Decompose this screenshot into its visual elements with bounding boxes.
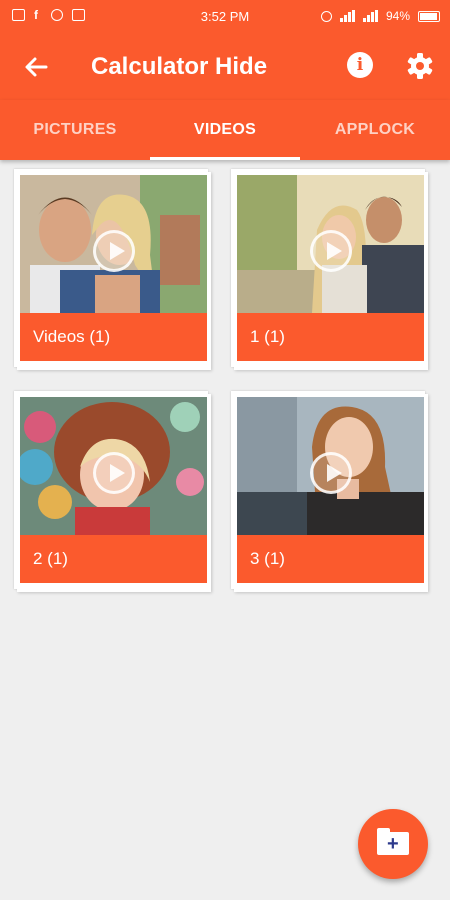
folder-label: 2 (1) bbox=[20, 535, 207, 583]
data-saver-icon bbox=[320, 10, 332, 22]
play-icon bbox=[309, 230, 352, 272]
page-title: Calculator Hide bbox=[91, 53, 268, 80]
add-folder-button[interactable]: + bbox=[358, 809, 428, 879]
gear-icon bbox=[407, 53, 433, 79]
signal-icon bbox=[339, 10, 355, 22]
battery-icon bbox=[418, 10, 440, 22]
video-thumbnail bbox=[20, 397, 207, 535]
back-button[interactable] bbox=[20, 51, 52, 83]
tab-bar: PICTURES VIDEOS APPLOCK bbox=[0, 100, 450, 160]
app-bar: Calculator Hide i bbox=[0, 34, 450, 100]
folder-plus-icon: + bbox=[377, 828, 409, 855]
tab-pictures[interactable]: PICTURES bbox=[0, 100, 150, 160]
folder-card[interactable]: 2 (1) bbox=[14, 391, 208, 589]
settings-button[interactable] bbox=[405, 51, 435, 81]
folder-card[interactable]: 1 (1) bbox=[231, 169, 425, 367]
folder-label: 3 (1) bbox=[237, 535, 424, 583]
system-icons: 94% bbox=[320, 9, 440, 23]
video-thumbnail bbox=[20, 175, 207, 313]
play-icon bbox=[309, 452, 352, 494]
play-icon bbox=[92, 230, 135, 272]
info-icon[interactable]: i bbox=[347, 52, 373, 78]
video-thumbnail bbox=[237, 175, 424, 313]
arrow-left-icon bbox=[25, 57, 48, 77]
signal-2-icon bbox=[362, 10, 378, 22]
folder-label: Videos (1) bbox=[20, 313, 207, 361]
video-thumbnail bbox=[237, 397, 424, 535]
tab-applock[interactable]: APPLOCK bbox=[300, 100, 450, 160]
folder-card[interactable]: Videos (1) bbox=[14, 169, 208, 367]
battery-percent: 94% bbox=[385, 9, 410, 23]
play-icon bbox=[92, 452, 135, 494]
tab-videos[interactable]: VIDEOS bbox=[150, 100, 300, 160]
folder-card[interactable]: 3 (1) bbox=[231, 391, 425, 589]
status-bar: f 3:52 PM 94% bbox=[0, 0, 450, 34]
folder-label: 1 (1) bbox=[237, 313, 424, 361]
